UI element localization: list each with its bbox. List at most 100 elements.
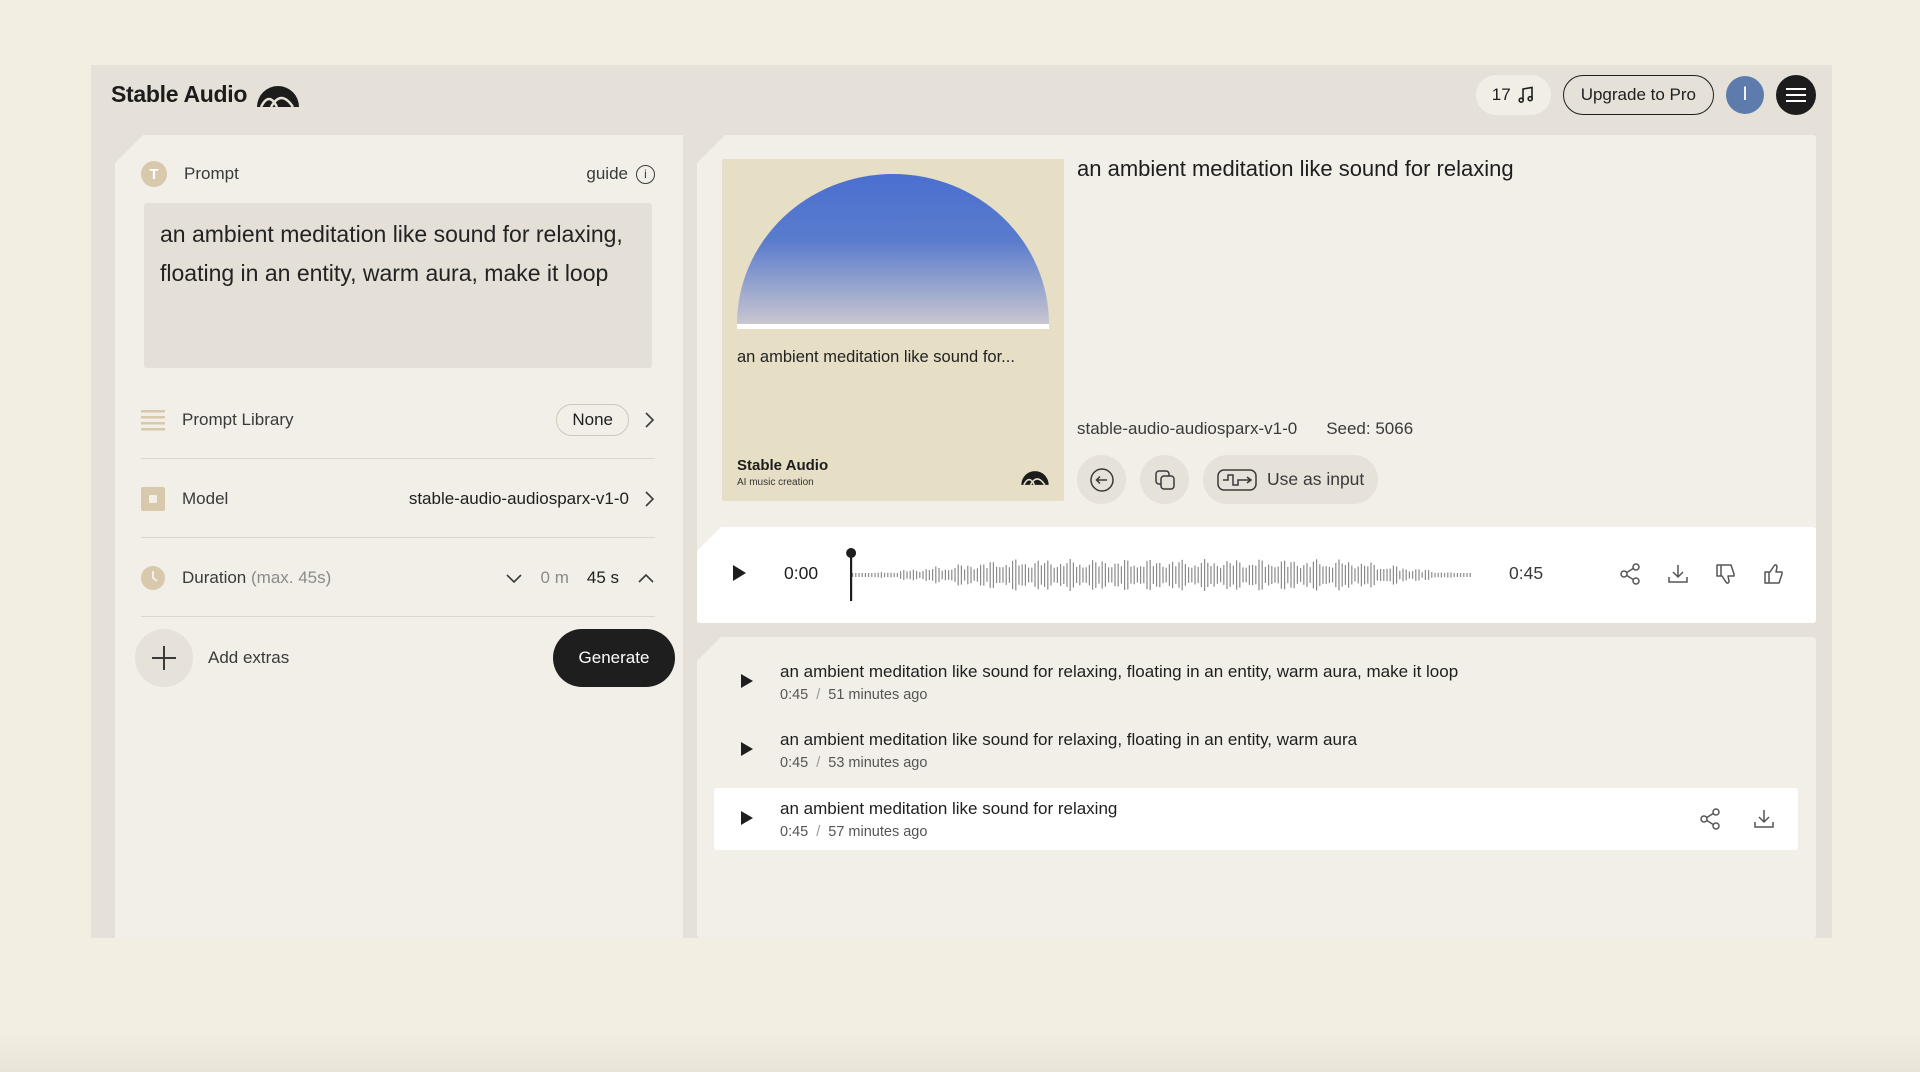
waveform-bar: [957, 564, 959, 586]
chevron-right-icon[interactable]: [643, 411, 655, 429]
waveform-bar: [1069, 559, 1071, 591]
waveform-bar: [1245, 567, 1247, 583]
hamburger-icon: [1786, 88, 1806, 102]
prompt-input[interactable]: an ambient meditation like sound for rel…: [144, 203, 652, 368]
waveform-bar: [925, 569, 927, 581]
waveform-bar: [1152, 566, 1154, 584]
history-item[interactable]: an ambient meditation like sound for rel…: [714, 719, 1798, 781]
waveform-bar: [1120, 566, 1122, 584]
generate-button[interactable]: Generate: [553, 629, 675, 687]
waveform-bar: [1229, 563, 1231, 587]
history-item-meta: 0:45 / 51 minutes ago: [780, 687, 927, 703]
reuse-settings-button[interactable]: [1077, 455, 1126, 504]
credits-badge[interactable]: 17: [1475, 75, 1551, 115]
waveform-bar: [1424, 570, 1426, 580]
chevron-right-icon[interactable]: [643, 490, 655, 508]
play-icon[interactable]: [731, 564, 747, 582]
waveform-bar: [1002, 567, 1004, 583]
waveform-bar: [1031, 567, 1033, 583]
add-extras[interactable]: Add extras: [135, 629, 289, 687]
waveform-bar: [967, 565, 969, 585]
credits-count: 17: [1491, 85, 1511, 104]
download-icon[interactable]: [1752, 807, 1776, 831]
header-actions: 17 Upgrade to Pro I: [1475, 75, 1816, 115]
waveform-bar: [1018, 565, 1020, 585]
copy-button[interactable]: [1140, 455, 1189, 504]
model-row[interactable]: Model stable-audio-audiosparx-v1-0: [141, 460, 655, 538]
share-icon[interactable]: [1698, 807, 1722, 831]
upgrade-button[interactable]: Upgrade to Pro: [1562, 75, 1714, 115]
waveform-bar: [1447, 572, 1449, 578]
thumbs-down-icon[interactable]: [1714, 562, 1738, 586]
waveform-bar: [1396, 566, 1398, 584]
waveform-bar: [1405, 569, 1407, 581]
play-icon[interactable]: [740, 741, 754, 757]
text-prompt-icon: T: [141, 161, 167, 187]
avatar[interactable]: I: [1726, 76, 1764, 114]
waveform-bar: [1223, 565, 1225, 585]
duration-minutes[interactable]: 0 m: [541, 568, 569, 588]
stable-audio-logo-icon: [257, 85, 300, 107]
waveform-bar: [1188, 567, 1190, 583]
share-icon[interactable]: [1618, 562, 1642, 586]
waveform-bar: [976, 568, 978, 582]
history-item-time: 51 minutes ago: [828, 687, 928, 703]
waveform-bar: [868, 573, 870, 577]
waveform-bar: [1092, 560, 1094, 590]
copy-icon: [1154, 469, 1175, 490]
duration-label-text: Duration: [182, 567, 247, 587]
waveform-bar: [1383, 569, 1385, 581]
waveform-scrubber[interactable]: [840, 547, 1480, 603]
waveform-bar: [906, 571, 908, 579]
waveform-bar: [1008, 567, 1010, 583]
waveform-bar: [1469, 573, 1471, 577]
waveform-bar: [1261, 560, 1263, 590]
waveform-bar: [912, 569, 914, 581]
song-meta: stable-audio-audiosparx-v1-0 Seed: 5066: [1077, 419, 1413, 439]
album-cover[interactable]: an ambient meditation like sound for... …: [722, 159, 1064, 501]
thumbs-up-icon[interactable]: [1762, 562, 1786, 586]
plus-icon: [152, 646, 176, 670]
model-value[interactable]: stable-audio-audiosparx-v1-0: [409, 489, 629, 509]
waveform-bar: [871, 573, 873, 577]
waveform-bar: [1146, 561, 1148, 590]
waveform-bar: [1280, 561, 1282, 589]
history-item[interactable]: an ambient meditation like sound for rel…: [714, 651, 1798, 713]
prompt-label: Prompt: [184, 164, 239, 183]
duration-seconds[interactable]: 45 s: [587, 568, 619, 588]
waveform-bar: [1172, 561, 1174, 589]
use-as-input-button[interactable]: Use as input: [1203, 455, 1379, 504]
waveform-bar: [1168, 564, 1170, 586]
waveform-bar: [1005, 565, 1007, 585]
waveform-bar: [1338, 559, 1340, 591]
prompt-library-value[interactable]: None: [556, 403, 629, 436]
history-item[interactable]: an ambient meditation like sound for rel…: [714, 788, 1798, 850]
guide-link[interactable]: guide i: [586, 164, 655, 184]
waveform-bar: [1207, 562, 1209, 588]
waveform-bar: [1101, 561, 1103, 589]
app-logo[interactable]: Stable Audio: [111, 81, 301, 108]
waveform-bar: [1354, 568, 1356, 582]
play-icon[interactable]: [740, 810, 754, 826]
menu-button[interactable]: [1776, 75, 1816, 115]
waveform-bar: [964, 569, 966, 581]
download-icon[interactable]: [1666, 562, 1690, 586]
add-extras-button[interactable]: [135, 629, 193, 687]
waveform-bar: [1277, 566, 1279, 584]
waveform-bar: [1040, 565, 1042, 585]
chevron-down-icon[interactable]: [505, 572, 523, 584]
waveform-bar: [916, 570, 918, 580]
waveform-bar: [1156, 563, 1158, 587]
history-item-length: 0:45: [780, 687, 809, 703]
play-icon[interactable]: [740, 673, 754, 689]
prompt-library-row[interactable]: Prompt Library None: [141, 381, 655, 459]
meta-separator: /: [816, 687, 821, 703]
waveform-bar: [1255, 565, 1257, 585]
chevron-up-icon[interactable]: [637, 572, 655, 584]
waveform-bar: [903, 570, 905, 580]
history-item-time: 53 minutes ago: [828, 755, 928, 771]
playhead[interactable]: [850, 551, 853, 601]
generation-panel: T Prompt guide i an ambient meditation l…: [115, 135, 683, 938]
waveform-bar: [909, 570, 911, 580]
playhead-knob[interactable]: [846, 548, 857, 558]
